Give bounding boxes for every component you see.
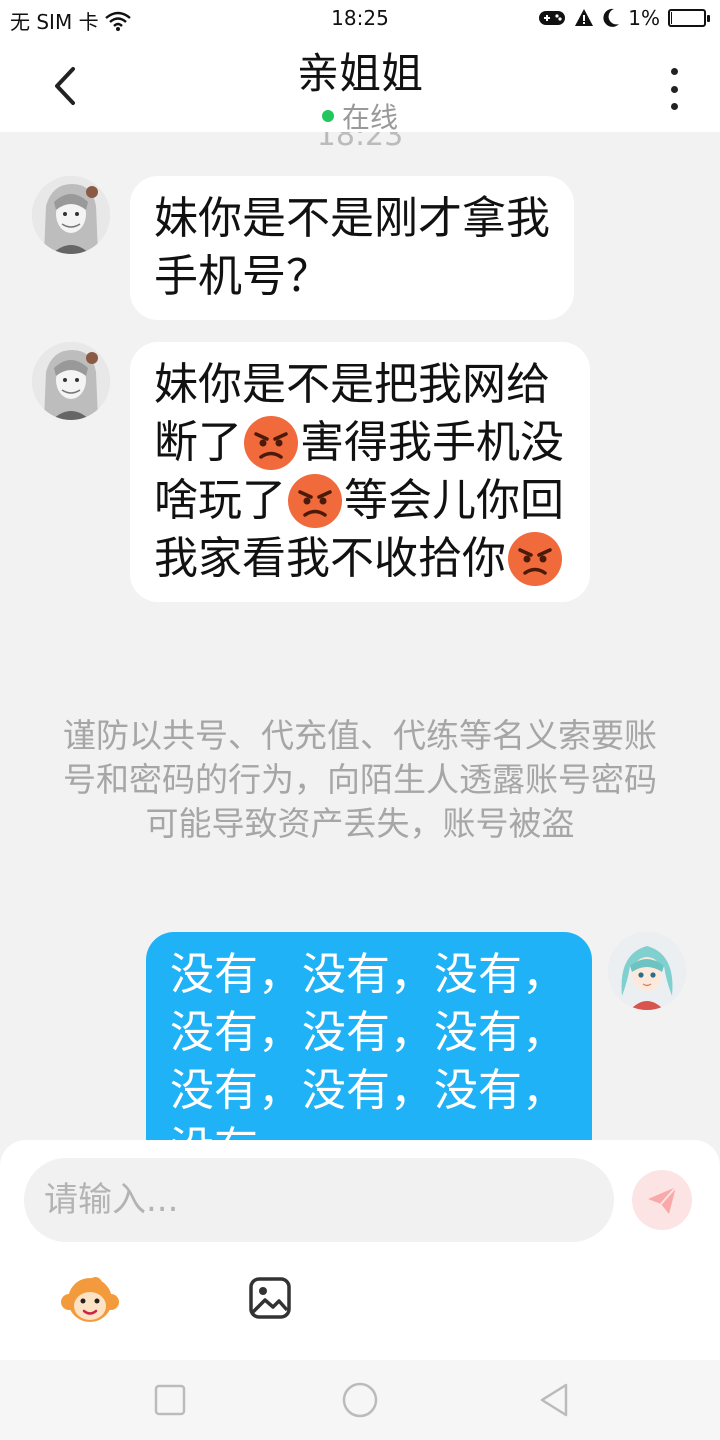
triangle-back-icon: [540, 1383, 568, 1417]
contact-name: 亲姐姐: [296, 49, 423, 98]
angry-face-icon: [242, 414, 300, 472]
online-dot: [321, 110, 334, 122]
message-text: 妹你是不是刚才拿我手机号？: [154, 193, 550, 302]
circle-icon: [342, 1382, 378, 1418]
outgoing-message[interactable]: 没有，没有，没有，没有，没有，没有，没有，没有，没有，没有: [146, 932, 592, 1140]
system-back-button[interactable]: [534, 1380, 574, 1420]
send-icon: [648, 1186, 677, 1214]
send-button[interactable]: [632, 1170, 692, 1230]
monkey-face-icon: [61, 1277, 119, 1322]
person-alert-icon: [575, 9, 594, 26]
image-picker-button[interactable]: [246, 1274, 294, 1322]
status-bar: 无 SIM 卡 18:25 1%: [0, 0, 720, 36]
square-icon: [154, 1384, 186, 1416]
incoming-message[interactable]: 妹你是不是刚才拿我手机号？: [130, 176, 574, 320]
avatar-image: [32, 176, 110, 254]
angry-face-icon: [506, 530, 564, 588]
incoming-message[interactable]: 妹你是不是把我网给断了 害得我手机没啥玩了 等会儿你回我家看我不收拾你: [130, 342, 590, 602]
online-label: 在线: [341, 101, 398, 134]
sticker-button[interactable]: [60, 1274, 120, 1326]
avatar-image: [608, 932, 686, 1010]
system-nav-bar: [0, 1360, 720, 1440]
contact-avatar[interactable]: [32, 176, 110, 254]
chat-messages[interactable]: 18:23 妹你是不是刚才拿我手机号？ 妹你是不是把我网给断了 害得我手机没啥玩…: [0, 132, 720, 1140]
composer: [0, 1140, 720, 1360]
security-notice: 谨防以共号、代充值、代练等名义索要账号和密码的行为，向陌生人透露账号密码可能导致…: [63, 716, 657, 843]
status-right: 1%: [538, 6, 710, 30]
online-status: 在线: [0, 96, 720, 136]
contact-avatar[interactable]: [32, 342, 110, 420]
message-input[interactable]: [24, 1158, 614, 1242]
gamepad-icon: [539, 11, 566, 25]
home-button[interactable]: [340, 1380, 380, 1420]
image-icon: [249, 1277, 291, 1319]
more-vertical-icon: [670, 68, 678, 75]
user-avatar[interactable]: [608, 932, 686, 1010]
battery-percent: 1%: [628, 6, 660, 30]
recents-button[interactable]: [150, 1380, 190, 1420]
battery-icon: [668, 9, 710, 27]
message-text: 没有，没有，没有，没有，没有，没有，没有，没有，没有，没有: [170, 949, 566, 1140]
message-timestamp: 18:23: [316, 132, 404, 153]
angry-face-icon: [286, 472, 344, 530]
moon-icon: [603, 8, 620, 27]
avatar-image: [32, 342, 110, 420]
more-options-button[interactable]: [656, 64, 692, 114]
chat-header: 亲姐姐 在线: [0, 36, 720, 134]
